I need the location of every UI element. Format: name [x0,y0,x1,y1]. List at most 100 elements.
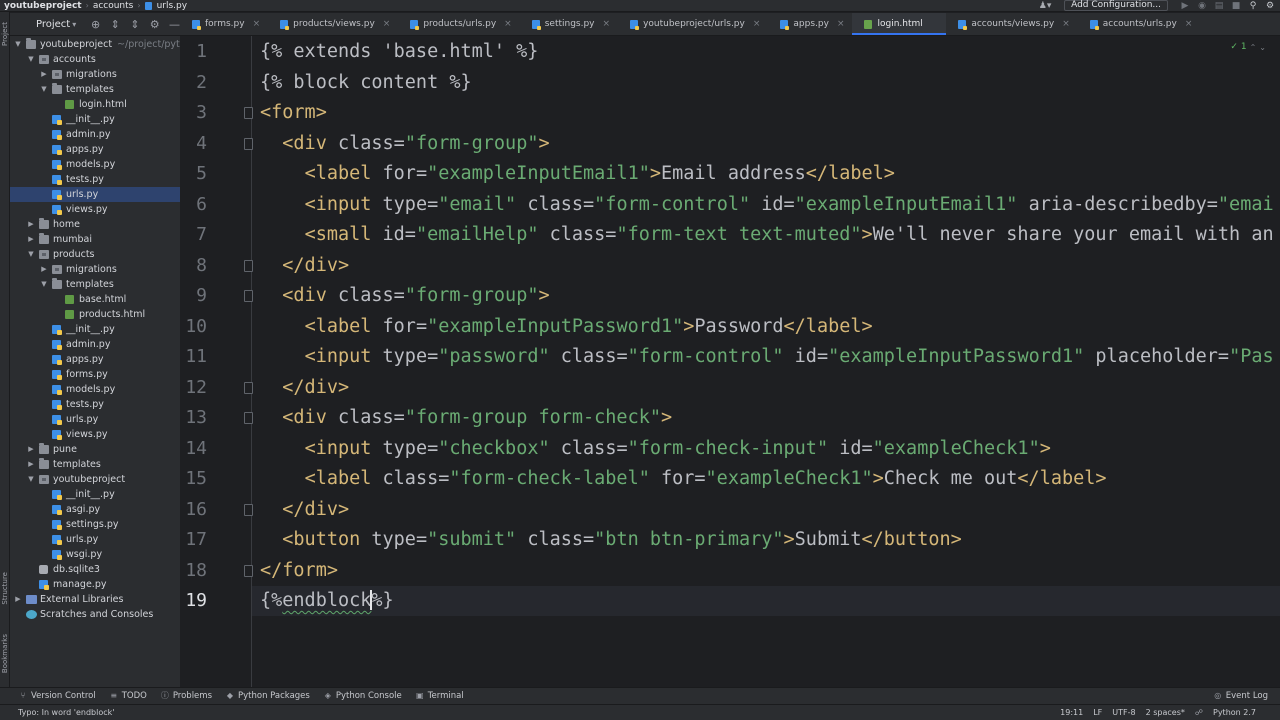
tree-item[interactable]: urls.py [10,412,180,427]
tool-window-version-control[interactable]: ⑂ Version Control [19,691,96,701]
tree-item[interactable]: ▶ templates [10,457,180,472]
tree-item[interactable]: asgi.py [10,502,180,517]
close-icon[interactable]: × [1185,19,1193,29]
fold-marker-icon[interactable] [244,107,253,119]
collapsed-arrow-icon[interactable]: ▶ [40,262,48,277]
target-icon[interactable]: ⊕ [90,18,101,31]
close-icon[interactable]: × [753,19,761,29]
close-icon[interactable]: × [383,19,391,29]
fold-marker-icon[interactable] [244,412,253,424]
collapsed-arrow-icon[interactable]: ▶ [27,457,35,472]
collapsed-arrow-icon[interactable]: ▶ [40,67,48,82]
tab-settings-py[interactable]: settings.py × [520,13,618,35]
inspection-widget[interactable]: ✓ 1 ⌃ ⌄ [1230,42,1266,52]
close-icon[interactable]: × [603,19,611,29]
tool-window-todo[interactable]: ≡ TODO [110,691,146,701]
code-line[interactable]: {% block content %} [260,68,472,98]
tree-item[interactable]: apps.py [10,352,180,367]
tree-item[interactable]: __init__.py [10,487,180,502]
tree-item[interactable]: models.py [10,382,180,397]
close-icon[interactable]: × [504,19,512,29]
code-line[interactable]: </form> [260,556,338,586]
tree-item[interactable]: tests.py [10,172,180,187]
search-icon[interactable]: ⚲ [1246,1,1260,11]
fold-marker-icon[interactable] [244,381,253,394]
caret-position[interactable]: 19:11 [1060,708,1083,717]
tree-item[interactable]: ▶ home [10,217,180,232]
fold-marker-icon[interactable] [244,503,253,516]
vertical-scrollbar[interactable] [1272,36,1280,687]
tree-item[interactable]: db.sqlite3 [10,562,180,577]
code-line[interactable]: <small id="emailHelp" class="form-text t… [260,220,1274,250]
fold-marker-icon[interactable] [244,137,253,150]
tree-item[interactable]: products.html [10,307,180,322]
tree-item[interactable]: base.html [10,292,180,307]
tool-window-python-console[interactable]: ◈ Python Console [324,691,402,701]
tree-item[interactable]: urls.py [10,187,180,202]
breadcrumb-file[interactable]: urls.py [155,1,190,11]
breadcrumb-folder[interactable]: accounts [91,1,136,11]
line-number-gutter[interactable]: 1 2 3 4 5 6 7 8 9 10 11 12 13 14 15 16 17 18 19 [180,36,253,687]
event-log-button[interactable]: ◎ Event Log [1214,691,1268,701]
tree-item[interactable]: urls.py [10,532,180,547]
tree-item[interactable]: ▼ youtubeproject [10,472,180,487]
code-line[interactable]: <input type="checkbox" class="form-check… [260,434,1051,464]
tree-item[interactable]: wsgi.py [10,547,180,562]
code-line[interactable]: <div class="form-group"> [260,281,549,311]
lock-icon[interactable]: ☍ [1195,708,1203,717]
code-line[interactable]: <button type="submit" class="btn btn-pri… [260,525,961,555]
user-icon[interactable]: ♟▾ [1038,1,1052,11]
tab-apps-py[interactable]: apps.py × [768,13,852,35]
indent-setting[interactable]: 2 spaces* [1146,708,1185,717]
tree-item[interactable]: ▼ youtubeproject ~/project/pyt [10,37,180,52]
line-separator[interactable]: LF [1093,708,1102,717]
tree-item[interactable]: Scratches and Consoles [10,607,180,622]
tree-item[interactable]: manage.py [10,577,180,592]
expanded-arrow-icon[interactable]: ▼ [14,37,22,52]
coverage-icon[interactable]: ▤ [1212,1,1226,11]
code-line[interactable]: </div> [260,251,349,281]
project-tool-button[interactable]: Project [1,22,9,46]
close-icon[interactable]: × [1062,19,1070,29]
gear-icon[interactable]: ⚙ [149,18,160,31]
tree-item[interactable]: apps.py [10,142,180,157]
chevron-down-icon[interactable]: ▾ [72,20,76,29]
file-encoding[interactable]: UTF-8 [1112,708,1135,717]
tree-item[interactable]: ▶ pune [10,442,180,457]
code-line[interactable]: {% extends 'base.html' %} [260,37,538,67]
tree-item[interactable]: ▶ migrations [10,262,180,277]
tree-item[interactable]: forms.py [10,367,180,382]
tab-accounts-urls-py[interactable]: accounts/urls.py × [1078,13,1201,35]
code-line[interactable]: <label for="exampleInputEmail1">Email ad… [260,159,895,189]
tree-item[interactable]: ▼ templates [10,277,180,292]
close-icon[interactable]: × [253,19,261,29]
code-line[interactable]: <label class="form-check-label" for="exa… [260,464,1107,494]
tree-item[interactable]: __init__.py [10,322,180,337]
tree-item[interactable]: ▼ accounts [10,52,180,67]
code-line[interactable]: <div class="form-group"> [260,129,549,159]
stop-icon[interactable]: ■ [1229,1,1243,11]
expanded-arrow-icon[interactable]: ▼ [40,277,48,292]
tree-item[interactable]: settings.py [10,517,180,532]
tree-item[interactable]: ▶ mumbai [10,232,180,247]
tree-item[interactable]: ▶ External Libraries [10,592,180,607]
tool-window-python-packages[interactable]: ◆ Python Packages [226,691,310,701]
chevron-up-icon[interactable]: ⌃ [1250,43,1257,52]
expanded-arrow-icon[interactable]: ▼ [40,82,48,97]
tree-item[interactable]: admin.py [10,337,180,352]
fold-marker-icon[interactable] [244,259,253,272]
tab-accounts-views-py[interactable]: accounts/views.py × [946,13,1077,35]
code-line[interactable]: <label for="exampleInputPassword1">Passw… [260,312,873,342]
minimize-icon[interactable]: — [169,18,180,31]
tree-item[interactable]: views.py [10,427,180,442]
tab-youtubeproject-urls-py[interactable]: youtubeproject/urls.py × [618,13,768,35]
tree-item[interactable]: admin.py [10,127,180,142]
code-line[interactable]: <input type="email" class="form-control"… [260,190,1274,220]
expanded-arrow-icon[interactable]: ▼ [27,472,35,487]
tab-products-urls-py[interactable]: products/urls.py × [398,13,519,35]
code-editor[interactable]: 1 2 3 4 5 6 7 8 9 10 11 12 13 14 15 16 17 18 19 {% extends… [180,36,1280,687]
code-line[interactable]: </div> [260,373,349,403]
tree-item[interactable]: models.py [10,157,180,172]
tab-login-html[interactable]: login.html× [852,13,947,35]
bookmarks-tool-button[interactable]: Bookmarks [1,634,9,673]
